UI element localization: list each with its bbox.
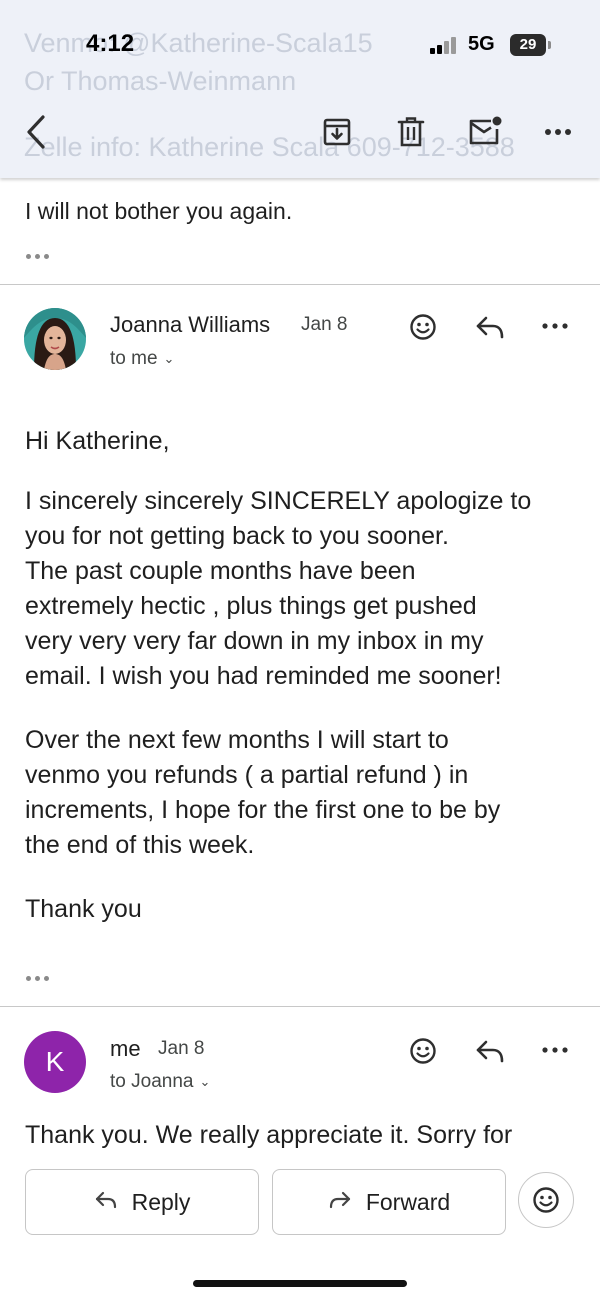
sender-name: Joanna Williams <box>110 312 271 337</box>
reply-arrow-icon <box>94 1189 118 1216</box>
my-avatar[interactable]: K <box>24 1031 86 1093</box>
back-arrow-icon[interactable] <box>18 110 54 154</box>
message-paragraph-2: Over the next few months I will start to… <box>25 723 585 863</box>
message-divider <box>0 1006 600 1007</box>
top-header: Venmo: @Katherine-Scala15 Or Thomas-Wein… <box>0 0 600 178</box>
background-text-alt-venmo: Or Thomas-Weinmann <box>24 66 297 96</box>
smiley-icon <box>533 1187 559 1213</box>
chevron-down-icon: ⌄ <box>163 351 175 366</box>
message-closing: Thank you <box>25 892 585 927</box>
forward-label: Forward <box>365 1188 451 1215</box>
more-options-icon[interactable] <box>540 120 576 144</box>
sender-name: me <box>110 1036 141 1061</box>
reply-button[interactable]: Reply <box>25 1169 259 1235</box>
closing-text: Thank you <box>25 895 142 923</box>
previous-message-snippet: I will not bother you again. <box>25 198 293 224</box>
message-more-icon[interactable] <box>540 1042 570 1058</box>
reply-label: Reply <box>131 1188 191 1215</box>
forward-arrow-icon <box>328 1189 352 1216</box>
recipient-details[interactable]: to Joanna ⌄ <box>110 1071 210 1093</box>
archive-icon[interactable] <box>320 115 354 149</box>
recipient-label: to Joanna <box>110 1071 194 1092</box>
react-emoji-button[interactable] <box>518 1172 574 1228</box>
message-paragraph-1: I sincerely sincerely SINCERELY apologiz… <box>25 484 585 694</box>
reply-icon[interactable] <box>472 312 508 342</box>
background-text-venmo: Venmo: @Katherine-Scala15 <box>24 28 373 58</box>
sender-avatar[interactable] <box>24 308 86 370</box>
message-divider <box>0 284 600 285</box>
emoji-reaction-icon[interactable] <box>406 1034 440 1068</box>
show-quoted-text-icon[interactable] <box>26 976 49 981</box>
emoji-reaction-icon[interactable] <box>406 310 440 344</box>
paragraph-2-text: Over the next few months I will start to… <box>25 726 501 859</box>
trash-icon[interactable] <box>394 115 428 149</box>
recipient-details[interactable]: to me ⌄ <box>110 348 174 370</box>
message-date: Jan 8 <box>158 1038 205 1059</box>
status-time: 4:12 <box>86 30 135 57</box>
battery-indicator: 29 <box>510 34 546 56</box>
network-type: 5G <box>468 33 495 55</box>
battery-tip <box>548 41 551 49</box>
show-trimmed-content-icon[interactable] <box>26 254 49 259</box>
message-more-icon[interactable] <box>540 318 570 334</box>
background-text-zelle: Zelle info: Katherine Scala 609-712-3588 <box>24 132 515 162</box>
message-preview: Thank you. We really appreciate it. Sorr… <box>25 1121 513 1149</box>
message-date: Jan 8 <box>301 314 348 335</box>
recipient-label: to me <box>110 348 158 369</box>
home-indicator[interactable] <box>193 1280 407 1287</box>
mark-unread-icon[interactable] <box>466 113 504 149</box>
reply-icon[interactable] <box>472 1036 508 1066</box>
paragraph-1-text: I sincerely sincerely SINCERELY apologiz… <box>25 487 532 690</box>
greeting: Hi Katherine, <box>25 427 170 455</box>
chevron-down-icon: ⌄ <box>199 1074 211 1089</box>
forward-button[interactable]: Forward <box>272 1169 506 1235</box>
message-body: Hi Katherine, <box>25 424 585 459</box>
cellular-signal-icon <box>430 36 462 54</box>
